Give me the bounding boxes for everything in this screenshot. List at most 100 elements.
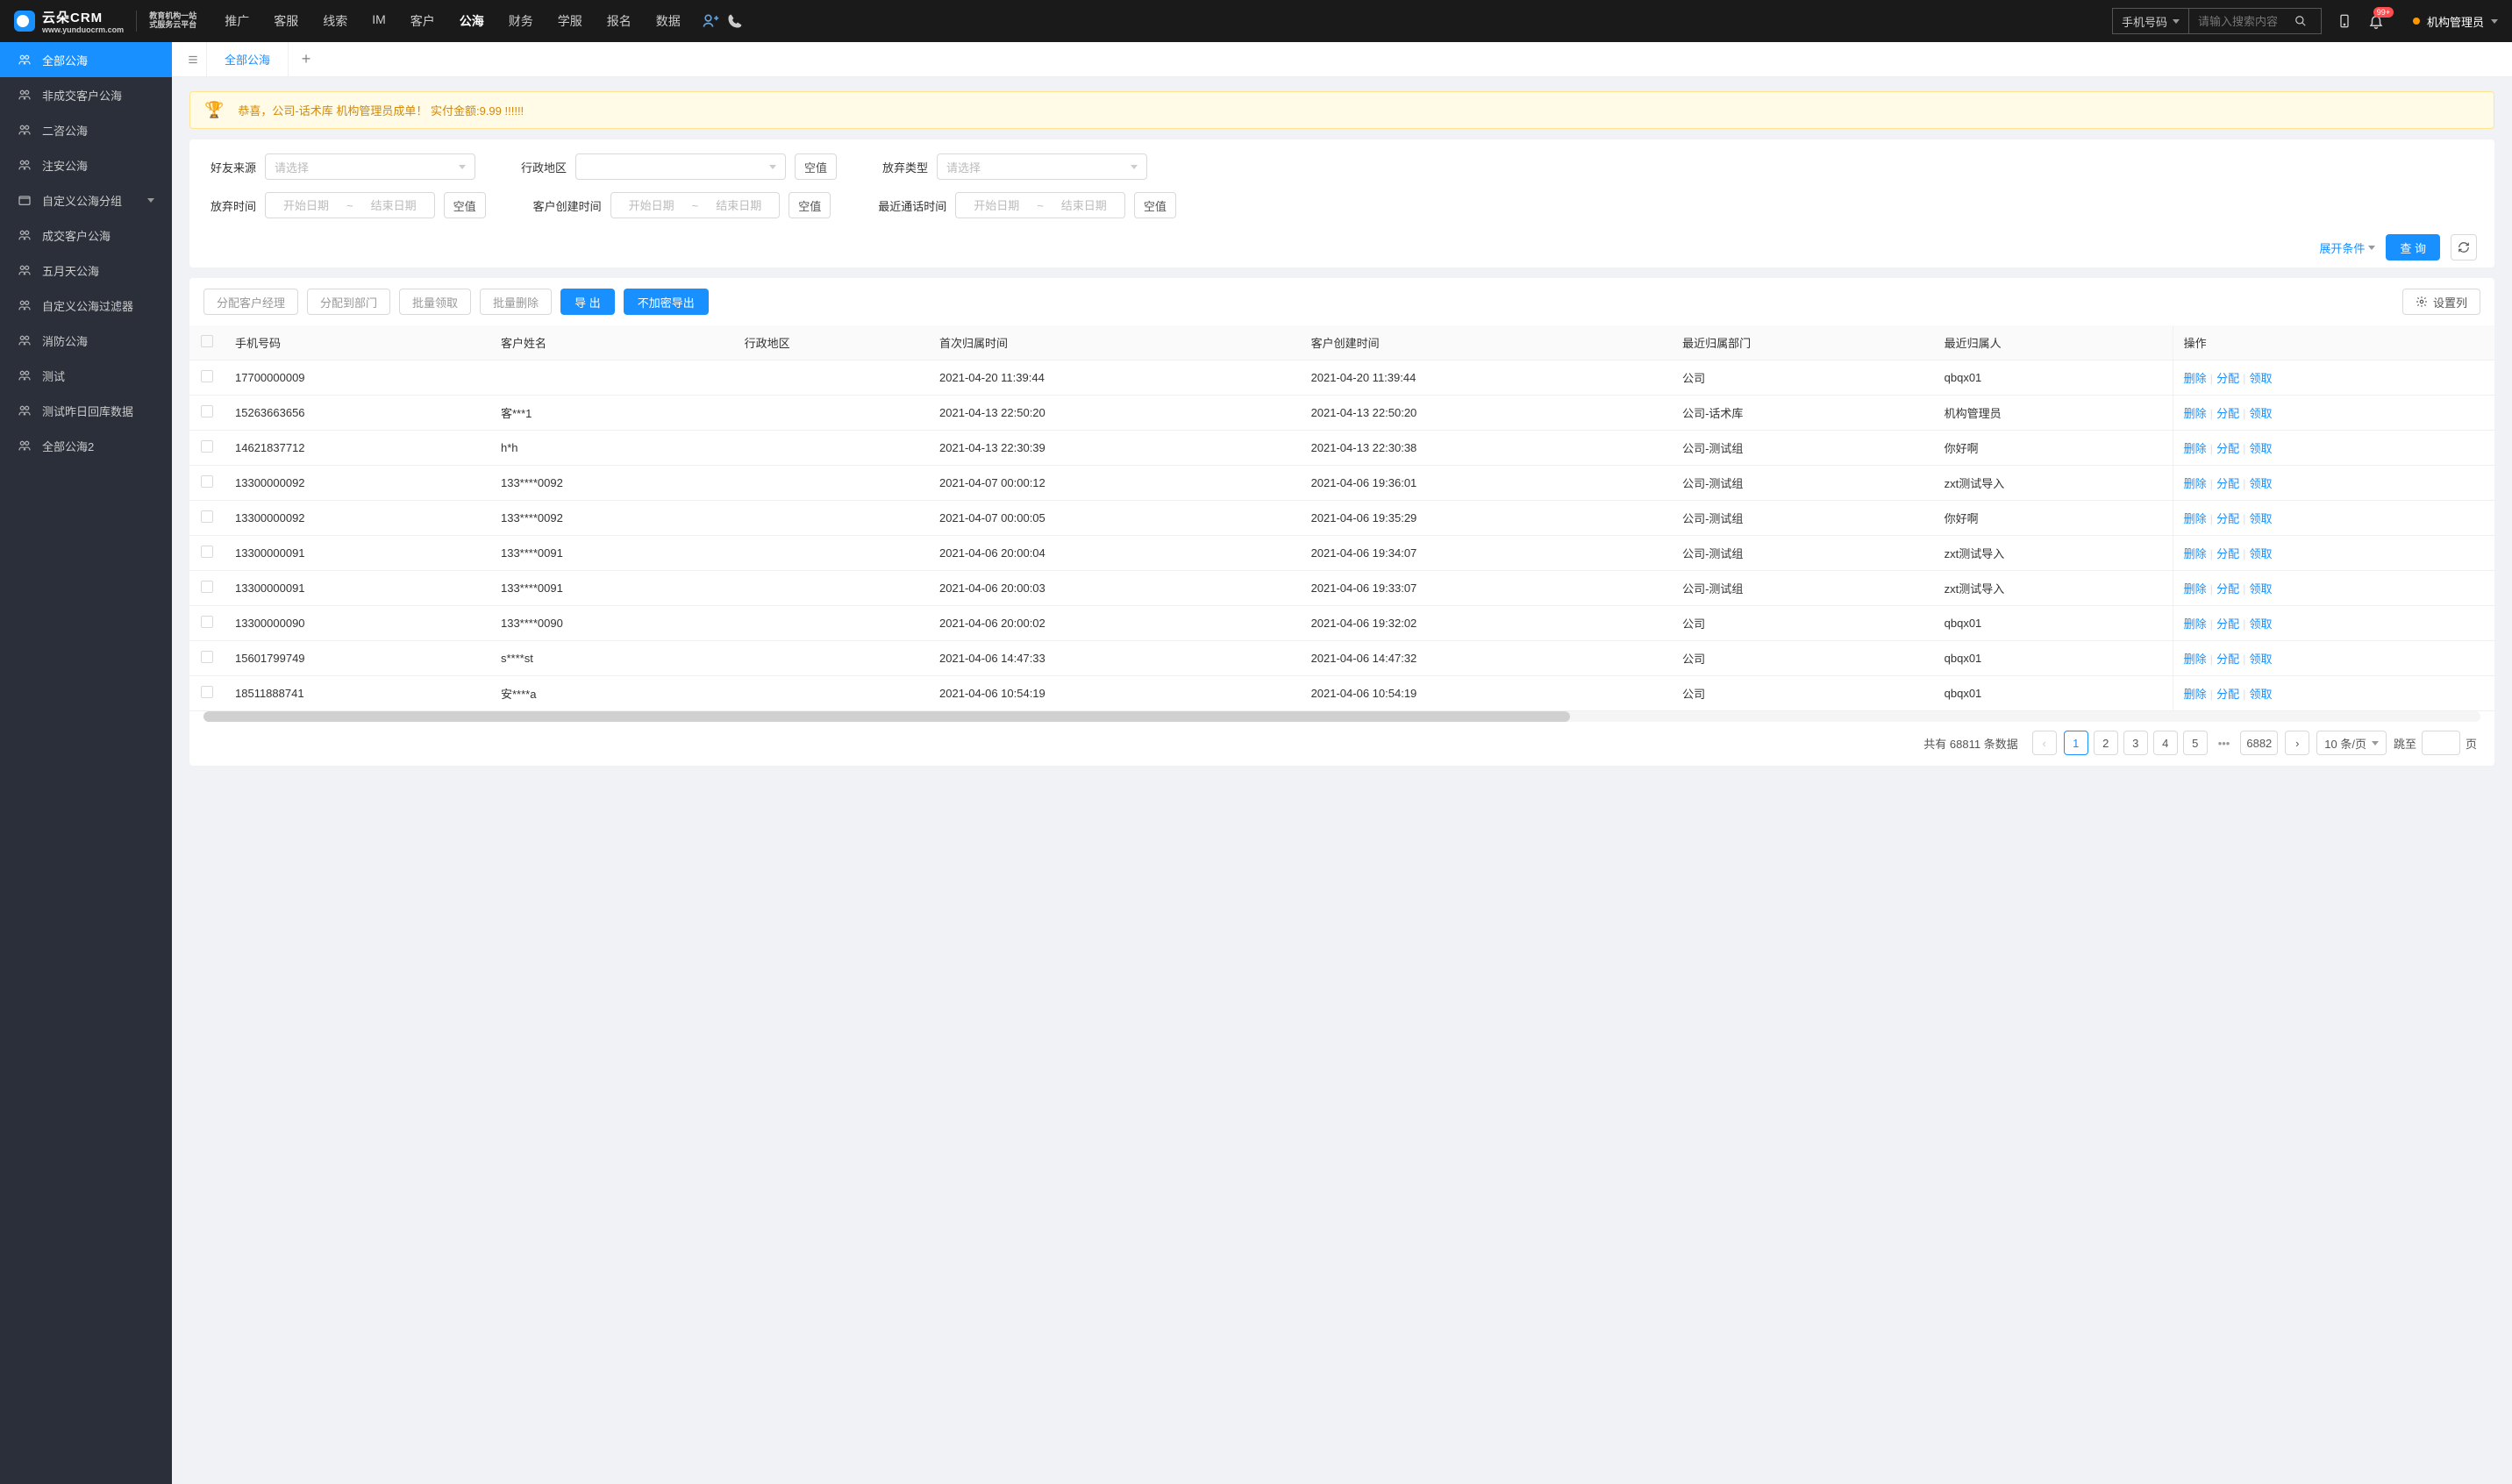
row-delete-link[interactable]: 删除 [2184,512,2207,525]
row-claim-link[interactable]: 领取 [2249,653,2272,666]
sidebar-item[interactable]: 自定义公海过滤器 [0,288,172,323]
refresh-button[interactable] [2451,234,2477,260]
row-assign-link[interactable]: 分配 [2216,688,2239,701]
row-delete-link[interactable]: 删除 [2184,477,2207,490]
filter-select[interactable]: 请选择 [265,153,475,180]
page-jump-input[interactable] [2422,731,2460,755]
sidebar-item[interactable]: 测试昨日回库数据 [0,393,172,428]
search-button[interactable] [2294,9,2321,33]
row-delete-link[interactable]: 删除 [2184,407,2207,420]
page-number-button[interactable]: 4 [2153,731,2178,755]
user-menu[interactable]: 机构管理员 [2413,13,2498,30]
row-delete-link[interactable]: 删除 [2184,617,2207,631]
bell-icon[interactable]: 99+ [2367,12,2385,30]
row-checkbox[interactable] [201,581,213,593]
sidebar-item[interactable]: 五月天公海 [0,253,172,288]
tab-active[interactable]: 全部公海 [207,42,289,76]
date-end-input[interactable] [362,199,425,212]
sidebar-item[interactable]: 自定义公海分组 [0,182,172,218]
row-assign-link[interactable]: 分配 [2216,547,2239,560]
nav-item[interactable]: 推广 [225,12,249,30]
nav-item[interactable]: 公海 [460,12,484,30]
sidebar-item[interactable]: 测试 [0,358,172,393]
row-delete-link[interactable]: 删除 [2184,442,2207,455]
row-assign-link[interactable]: 分配 [2216,407,2239,420]
filter-select[interactable]: 请选择 [937,153,1147,180]
scrollbar-thumb[interactable] [203,711,1570,722]
page-next-button[interactable]: › [2285,731,2309,755]
sidebar-item[interactable]: 非成交客户公海 [0,77,172,112]
date-range[interactable]: ~ [265,192,435,218]
nav-item[interactable]: 线索 [323,12,347,30]
date-end-input[interactable] [707,199,770,212]
batch-delete-button[interactable]: 批量删除 [480,289,552,315]
date-end-input[interactable] [1053,199,1116,212]
page-number-button[interactable]: 5 [2183,731,2208,755]
row-claim-link[interactable]: 领取 [2249,407,2272,420]
row-checkbox[interactable] [201,651,213,663]
add-user-icon[interactable] [702,12,719,30]
row-claim-link[interactable]: 领取 [2249,512,2272,525]
sidebar-item[interactable]: 二咨公海 [0,112,172,147]
row-assign-link[interactable]: 分配 [2216,372,2239,385]
row-checkbox[interactable] [201,546,213,558]
filter-select[interactable] [575,153,786,180]
expand-filters-link[interactable]: 展开条件 [2319,239,2375,256]
row-delete-link[interactable]: 删除 [2184,582,2207,596]
mobile-icon[interactable] [2336,12,2353,30]
sidebar-item[interactable]: 成交客户公海 [0,218,172,253]
assign-dept-button[interactable]: 分配到部门 [307,289,390,315]
date-start-input[interactable] [620,199,683,212]
sidebar-item[interactable]: 注安公海 [0,147,172,182]
query-button[interactable]: 查 询 [2386,234,2440,260]
nav-item[interactable]: 数据 [656,12,681,30]
row-checkbox[interactable] [201,440,213,453]
page-prev-button[interactable]: ‹ [2032,731,2057,755]
row-checkbox[interactable] [201,616,213,628]
row-assign-link[interactable]: 分配 [2216,617,2239,631]
nav-item[interactable]: 客户 [410,12,435,30]
search-type-select[interactable]: 手机号码 [2113,9,2189,33]
page-size-select[interactable]: 10 条/页 [2316,731,2387,755]
row-checkbox[interactable] [201,686,213,698]
select-all-checkbox[interactable] [201,335,213,347]
assign-manager-button[interactable]: 分配客户经理 [203,289,298,315]
row-claim-link[interactable]: 领取 [2249,688,2272,701]
nav-item[interactable]: 财务 [509,12,533,30]
search-input[interactable] [2189,9,2294,33]
row-claim-link[interactable]: 领取 [2249,442,2272,455]
row-assign-link[interactable]: 分配 [2216,477,2239,490]
row-checkbox[interactable] [201,510,213,523]
row-assign-link[interactable]: 分配 [2216,653,2239,666]
row-claim-link[interactable]: 领取 [2249,582,2272,596]
row-assign-link[interactable]: 分配 [2216,442,2239,455]
row-delete-link[interactable]: 删除 [2184,688,2207,701]
export-plain-button[interactable]: 不加密导出 [624,289,709,315]
row-delete-link[interactable]: 删除 [2184,653,2207,666]
nav-item[interactable]: 客服 [274,12,298,30]
row-assign-link[interactable]: 分配 [2216,512,2239,525]
date-range[interactable]: ~ [955,192,1125,218]
phone-icon[interactable] [726,12,744,30]
logo[interactable]: 云朵CRM www.yunduocrm.com 教育机构一站 式服务云平台 [14,8,196,35]
export-button[interactable]: 导 出 [560,289,615,315]
null-value-button[interactable]: 空值 [795,153,837,180]
date-range[interactable]: ~ [610,192,781,218]
tab-add-button[interactable]: + [289,50,324,68]
date-start-input[interactable] [965,199,1028,212]
row-claim-link[interactable]: 领取 [2249,477,2272,490]
row-claim-link[interactable]: 领取 [2249,547,2272,560]
date-start-input[interactable] [275,199,338,212]
page-last-button[interactable]: 6882 [2240,731,2278,755]
nav-item[interactable]: 学服 [558,12,582,30]
row-claim-link[interactable]: 领取 [2249,617,2272,631]
nav-item[interactable]: 报名 [607,12,632,30]
null-value-button[interactable]: 空值 [1134,192,1176,218]
null-value-button[interactable]: 空值 [444,192,486,218]
row-delete-link[interactable]: 删除 [2184,372,2207,385]
sidebar-item[interactable]: 全部公海 [0,42,172,77]
row-checkbox[interactable] [201,475,213,488]
row-assign-link[interactable]: 分配 [2216,582,2239,596]
row-checkbox[interactable] [201,370,213,382]
nav-item[interactable]: IM [372,12,386,30]
